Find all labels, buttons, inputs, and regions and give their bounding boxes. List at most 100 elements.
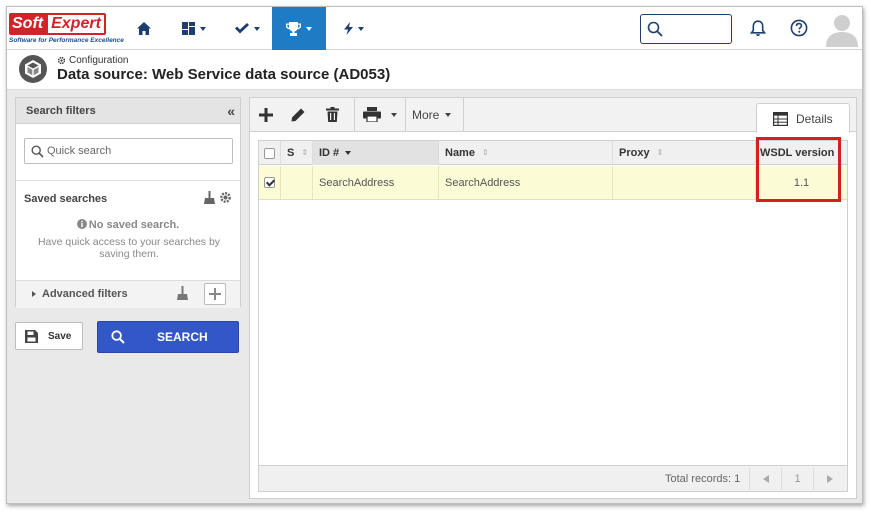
filters-header: Search filters « (16, 98, 240, 124)
chevron-down-icon (200, 26, 206, 31)
check-icon (234, 23, 249, 34)
nav-performance[interactable] (272, 7, 326, 50)
info-icon (76, 219, 87, 229)
bell-icon (750, 19, 766, 36)
softexpert-logo[interactable]: Soft Expert Software for Performance Exc… (9, 11, 124, 47)
global-search-input[interactable] (640, 14, 732, 44)
quick-search-input[interactable] (47, 142, 227, 160)
page-title: Data source: Web Service data source (AD… (57, 66, 391, 83)
sort-icon: ⇕ (656, 148, 664, 157)
tab-details[interactable]: Details (756, 103, 850, 133)
datasource-icon (19, 55, 47, 83)
column-header-name[interactable]: Name ⇕ (439, 141, 613, 165)
plus-icon (209, 288, 221, 300)
divider (16, 180, 240, 181)
user-avatar[interactable] (824, 11, 860, 47)
add-button[interactable] (252, 98, 280, 131)
dashboard-icon (182, 22, 195, 35)
current-page[interactable]: 1 (781, 468, 813, 490)
edit-button[interactable] (284, 98, 312, 131)
no-saved-message: No saved search. (16, 219, 240, 231)
advanced-filters-label: Advanced filters (42, 288, 128, 300)
column-label: Proxy (619, 147, 650, 159)
saved-searches-title: Saved searches (24, 193, 108, 205)
column-label: ID # (319, 147, 340, 159)
more-menu-button[interactable]: More (412, 98, 452, 131)
home-icon (137, 22, 151, 35)
no-saved-description: Have quick access to your searches by sa… (37, 236, 221, 260)
broom-icon[interactable] (177, 286, 188, 300)
plus-icon (259, 107, 273, 122)
details-label: Details (796, 111, 833, 126)
search-filters-panel: Search filters « Saved searches No saved… (15, 97, 241, 308)
cell-id: SearchAddress (313, 166, 439, 199)
sort-icon: ⇕ (481, 148, 489, 157)
delete-button[interactable] (318, 98, 346, 131)
select-all-checkbox[interactable] (264, 147, 275, 159)
records-panel: More Details S ⇕ ID # Name ⇕ Proxy ⇕ WSD… (249, 97, 857, 499)
search-icon (31, 145, 44, 158)
chevron-right-icon (826, 475, 833, 483)
app-window: Soft Expert Software for Performance Exc… (6, 6, 863, 504)
select-all-cell[interactable] (259, 141, 281, 165)
logo-soft-text: Soft (9, 13, 47, 35)
advanced-filters-row[interactable]: Advanced filters (16, 281, 240, 308)
column-label: WSDL version (760, 147, 835, 159)
bolt-icon (344, 22, 353, 35)
floppy-icon (25, 329, 38, 343)
table-row[interactable]: SearchAddress SearchAddress 1.1 (259, 166, 847, 200)
add-filter-button[interactable] (204, 283, 226, 305)
column-label: Name (445, 147, 475, 159)
printer-icon (363, 107, 381, 122)
filters-title: Search filters (26, 105, 96, 117)
chevron-down-icon (445, 112, 452, 117)
chevron-down-icon (253, 26, 260, 31)
pagination: 1 (749, 468, 845, 490)
breadcrumb[interactable]: Configuration (57, 55, 128, 66)
sort-icon: ⇕ (301, 148, 309, 157)
breadcrumb-label: Configuration (69, 55, 129, 66)
grid-toolbar: More Details (250, 98, 856, 133)
nav-dashboard[interactable] (172, 7, 216, 50)
next-page-button[interactable] (813, 468, 845, 490)
gear-icon[interactable] (219, 191, 232, 204)
column-header-id[interactable]: ID # (313, 141, 439, 165)
quick-search-field[interactable] (24, 138, 233, 164)
user-icon (824, 11, 860, 47)
broom-icon[interactable] (204, 191, 215, 204)
column-header-proxy[interactable]: Proxy ⇕ (613, 141, 756, 165)
trophy-icon (286, 21, 301, 36)
trash-icon (325, 107, 339, 122)
nav-actions[interactable] (332, 7, 376, 50)
column-header-wsdl[interactable]: WSDL version (756, 141, 847, 165)
column-header-s[interactable]: S ⇕ (281, 141, 313, 165)
table-icon (773, 111, 788, 126)
nav-tasks[interactable] (225, 7, 269, 50)
logo-expert-text: Expert (46, 13, 106, 35)
save-search-button[interactable]: Save (15, 322, 83, 350)
total-records: Total records: 1 (665, 473, 741, 485)
gear-icon (57, 56, 66, 65)
cell-s (281, 166, 313, 199)
cell-wsdl-version: 1.1 (793, 176, 810, 189)
sort-desc-icon (345, 151, 352, 155)
pencil-icon (291, 108, 305, 121)
help-button[interactable] (789, 18, 809, 38)
top-nav: Soft Expert Software for Performance Exc… (7, 7, 862, 50)
chevron-down-icon (306, 26, 312, 31)
search-icon (647, 21, 663, 37)
nav-home[interactable] (127, 7, 161, 50)
print-button[interactable] (360, 98, 400, 131)
grid-header: S ⇕ ID # Name ⇕ Proxy ⇕ WSDL version (259, 141, 847, 165)
notifications-button[interactable] (748, 18, 768, 38)
search-button[interactable]: SEARCH (97, 321, 239, 353)
grid-footer: Total records: 1 1 (259, 465, 847, 491)
prev-page-button[interactable] (749, 468, 781, 490)
row-checkbox[interactable] (264, 177, 275, 188)
more-label: More (412, 107, 440, 122)
help-icon (790, 19, 808, 37)
logo-tagline: Software for Performance Excellence (9, 37, 124, 44)
collapse-panel-icon[interactable]: « (227, 103, 235, 119)
search-icon (111, 330, 125, 344)
chevron-left-icon (762, 475, 769, 483)
